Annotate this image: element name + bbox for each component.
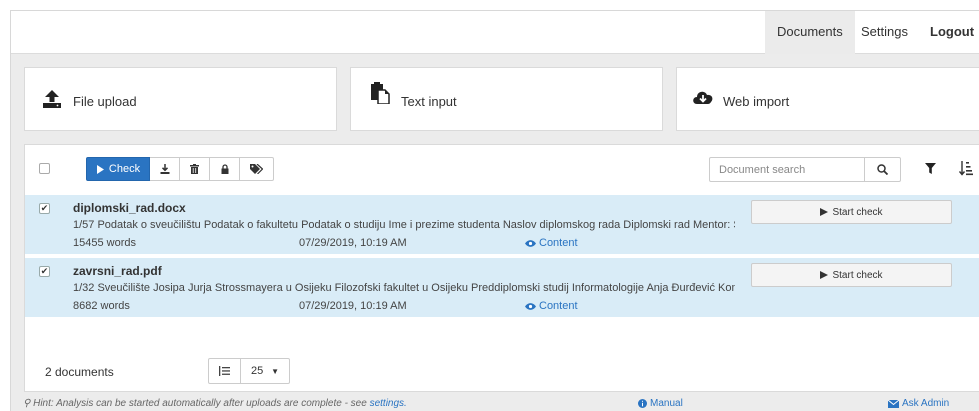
content-link-label: Content [539, 237, 578, 249]
start-check-button[interactable]: Start check [751, 200, 952, 224]
play-icon [96, 164, 104, 174]
nav-settings[interactable]: Settings [849, 11, 920, 54]
ask-admin-link[interactable]: Ask Admin [888, 398, 949, 409]
nav-logout[interactable]: Logout [918, 11, 979, 54]
start-check-label: Start check [832, 269, 883, 281]
cloud-download-icon [693, 91, 713, 104]
lock-button[interactable] [210, 157, 240, 181]
nav-documents[interactable]: Documents [765, 11, 855, 54]
page-size-select[interactable]: 25 ▼ [241, 359, 289, 383]
envelope-icon [888, 399, 899, 408]
document-name: diplomski_rad.docx [73, 201, 186, 215]
document-count: 2 documents [45, 365, 114, 379]
ask-admin-label: Ask Admin [902, 398, 950, 409]
word-count: 15455 words [73, 237, 136, 249]
filter-icon[interactable] [925, 163, 936, 174]
tag-button[interactable] [240, 157, 274, 181]
text-input-label: Text input [401, 94, 457, 109]
manual-link[interactable]: Manual [638, 398, 683, 409]
check-button-label: Check [108, 163, 141, 175]
search-button[interactable] [864, 157, 901, 182]
paste-icon [371, 82, 390, 104]
upload-date: 07/29/2019, 10:19 AM [299, 300, 407, 312]
select-all-checkbox[interactable] [39, 163, 50, 174]
eye-icon [525, 302, 536, 310]
delete-button[interactable] [180, 157, 210, 181]
web-import-card[interactable]: Web import [676, 67, 979, 131]
info-icon [638, 399, 647, 408]
document-search-input[interactable] [709, 157, 865, 182]
tags-icon [250, 164, 263, 174]
check-button[interactable]: Check [86, 157, 150, 181]
row-checkbox[interactable]: ✔ [39, 266, 50, 277]
hint-text: ⚲ Hint: Analysis can be started automati… [23, 398, 407, 409]
app-frame: Documents Settings Logout File upload Te… [10, 10, 979, 411]
start-check-button[interactable]: Start check [751, 263, 952, 287]
eye-icon [525, 239, 536, 247]
row-checkbox[interactable]: ✔ [39, 203, 50, 214]
documents-panel: Check Document search ✔ diplomski_rad.do… [24, 144, 979, 392]
download-button[interactable] [150, 157, 180, 181]
search-icon [877, 164, 888, 175]
settings-link[interactable]: settings. [370, 398, 407, 409]
document-excerpt: 1/57 Podatak o sveučilištu Podatak o fak… [73, 219, 735, 231]
document-row[interactable]: ✔ diplomski_rad.docx 1/57 Podatak o sveu… [25, 195, 979, 254]
document-excerpt: 1/32 Sveučilište Josipa Jurja Strossmaye… [73, 282, 735, 294]
content-link[interactable]: Content [525, 237, 578, 249]
hint-body: Hint: Analysis can be started automatica… [33, 398, 370, 409]
download-icon [160, 164, 169, 174]
caret-down-icon: ▼ [271, 366, 279, 376]
play-icon [820, 271, 829, 279]
page-size-control[interactable]: 25 ▼ [208, 358, 290, 384]
sort-icon[interactable] [959, 161, 973, 176]
start-check-label: Start check [832, 206, 883, 218]
document-row[interactable]: ✔ zavrsni_rad.pdf 1/32 Sveučilište Josip… [25, 258, 979, 317]
document-toolbar: Check [86, 157, 274, 181]
trash-icon [190, 164, 199, 174]
upload-icon [43, 90, 61, 108]
manual-label: Manual [650, 398, 683, 409]
file-upload-card[interactable]: File upload [24, 67, 337, 131]
page-size-value: 25 [251, 365, 264, 377]
lightbulb-icon: ⚲ [23, 398, 31, 409]
word-count: 8682 words [73, 300, 130, 312]
content-link[interactable]: Content [525, 300, 578, 312]
list-icon [209, 359, 241, 383]
content-link-label: Content [539, 300, 578, 312]
document-name: zavrsni_rad.pdf [73, 264, 162, 278]
web-import-label: Web import [723, 94, 790, 109]
lock-icon [221, 164, 228, 174]
file-upload-label: File upload [73, 94, 137, 109]
top-navbar: Documents Settings Logout [11, 11, 979, 54]
play-icon [820, 208, 829, 216]
text-input-card[interactable]: Text input [350, 67, 663, 131]
upload-date: 07/29/2019, 10:19 AM [299, 237, 407, 249]
